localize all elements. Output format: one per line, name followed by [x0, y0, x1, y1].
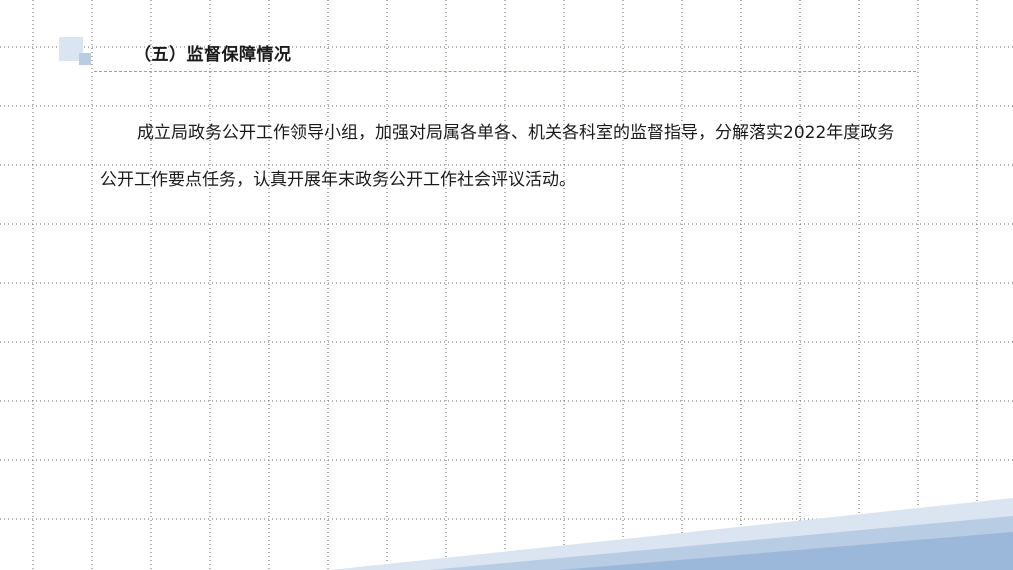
bottom-right-wedge-decoration: [330, 498, 1013, 570]
slide: （五）监督保障情况 成立局政务公开工作领导小组，加强对局属各单各、机关各科室的监…: [0, 0, 1013, 570]
